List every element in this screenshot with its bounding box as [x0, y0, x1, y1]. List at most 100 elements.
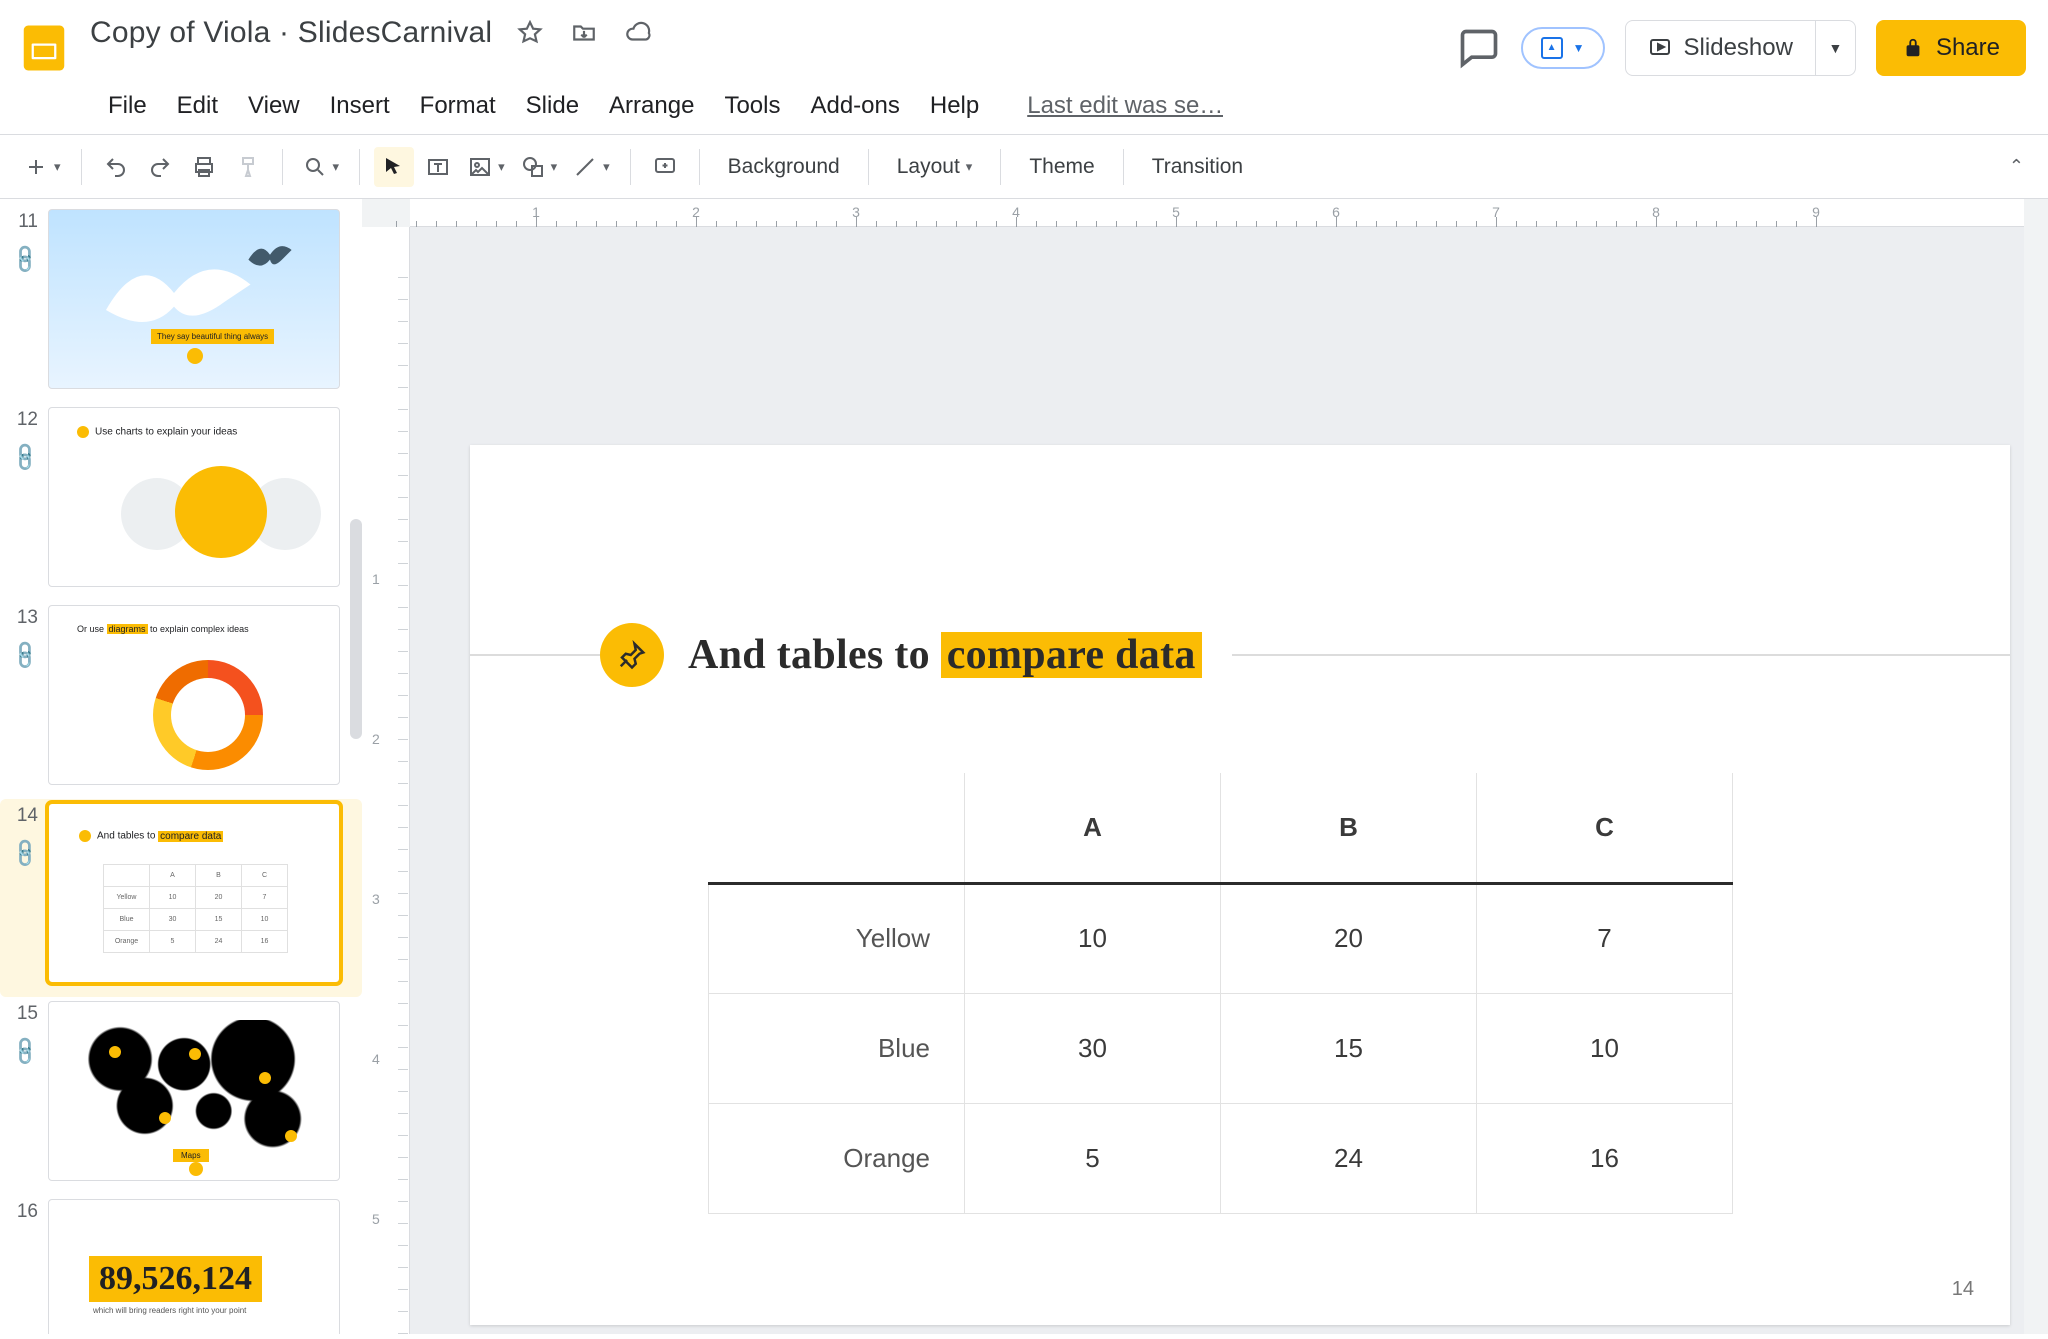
print-button[interactable] [184, 147, 224, 187]
slide-thumbnail[interactable]: And tables to compare data ABCYellow1020… [48, 803, 340, 983]
speaker-notes-icon: 🔗 [8, 1034, 43, 1069]
menu-view[interactable]: View [248, 92, 300, 120]
slide-thumbnail[interactable]: Use charts to explain your ideas [48, 407, 340, 587]
ruler-vertical[interactable]: 12345 [362, 227, 410, 1334]
cloud-status-icon[interactable] [622, 17, 654, 49]
speaker-notes-icon: 🔗 [8, 638, 43, 673]
slide-number: 16 [8, 1199, 38, 1223]
theme-button[interactable]: Theme [1015, 147, 1108, 187]
lock-icon [1902, 37, 1924, 59]
slide-thumbnail[interactable]: Maps [48, 1001, 340, 1181]
slideshow-button[interactable]: Slideshow ▼ [1625, 20, 1856, 76]
menu-format[interactable]: Format [420, 92, 496, 120]
table-row[interactable]: Yellow 10 20 7 [709, 883, 1733, 993]
cell[interactable]: 15 [1221, 993, 1477, 1103]
page-number: 14 [1952, 1278, 1974, 1301]
slide-thumbnail[interactable]: 89,526,124 which will bring readers righ… [48, 1199, 340, 1334]
cell[interactable]: 5 [965, 1103, 1221, 1213]
layout-button[interactable]: Layout [883, 147, 987, 187]
menu-tools[interactable]: Tools [724, 92, 780, 120]
scrollbar-thumb[interactable] [350, 519, 362, 739]
menu-file[interactable]: File [108, 92, 147, 120]
menu-edit[interactable]: Edit [177, 92, 218, 120]
menu-arrange[interactable]: Arrange [609, 92, 694, 120]
present-to-meeting-button[interactable]: ▼ [1521, 27, 1605, 69]
slide-thumbnail[interactable]: Or use diagrams to explain complex ideas [48, 605, 340, 785]
table-head-blank [709, 773, 965, 883]
menu-bar: File Edit View Insert Format Slide Arran… [0, 78, 2048, 134]
app-logo[interactable] [14, 18, 74, 78]
pin-icon [600, 623, 664, 687]
document-title[interactable]: Copy of Viola · SlidesCarnival [90, 16, 492, 50]
redo-button[interactable] [140, 147, 180, 187]
ruler-horizontal[interactable]: 123456789 [410, 199, 2024, 227]
cell[interactable]: 10 [1477, 993, 1733, 1103]
select-tool[interactable] [374, 147, 414, 187]
filmstrip-slide-13[interactable]: 13 🔗 Or use diagrams to explain complex i… [0, 601, 362, 799]
table-head-c[interactable]: C [1477, 773, 1733, 883]
filmstrip-slide-11[interactable]: 11 🔗 They say beautiful thing always [0, 205, 362, 403]
speaker-notes-icon: 🔗 [8, 836, 43, 871]
textbox-tool[interactable] [418, 147, 458, 187]
row-label[interactable]: Orange [709, 1103, 965, 1213]
cell[interactable]: 20 [1221, 883, 1477, 993]
chevron-down-icon: ▼ [1573, 41, 1585, 55]
zoom-button[interactable] [297, 147, 346, 187]
cell[interactable]: 24 [1221, 1103, 1477, 1213]
menu-addons[interactable]: Add-ons [810, 92, 899, 120]
slide-number: 15 [8, 1001, 38, 1025]
insert-shape-button[interactable] [515, 147, 564, 187]
data-table[interactable]: A B C Yellow 10 20 7 Blue 30 [708, 773, 1733, 1214]
title-text-plain: And tables to [688, 632, 941, 678]
insert-comment-button[interactable] [645, 147, 685, 187]
transition-button[interactable]: Transition [1138, 147, 1257, 187]
filmstrip-slide-12[interactable]: 12 🔗 Use charts to explain your ideas [0, 403, 362, 601]
open-comments-icon[interactable] [1457, 26, 1501, 70]
star-icon[interactable] [514, 17, 546, 49]
slide-thumbnail[interactable]: They say beautiful thing always [48, 209, 340, 389]
table-head-a[interactable]: A [965, 773, 1221, 883]
table-head-b[interactable]: B [1221, 773, 1477, 883]
slideshow-dropdown[interactable]: ▼ [1815, 21, 1855, 75]
share-label: Share [1936, 34, 2000, 62]
last-edit-label[interactable]: Last edit was se… [1027, 92, 1223, 120]
insert-line-button[interactable] [567, 147, 616, 187]
cell[interactable]: 30 [965, 993, 1221, 1103]
play-in-box-icon [1648, 36, 1672, 60]
cell[interactable]: 16 [1477, 1103, 1733, 1213]
paint-format-button[interactable] [228, 147, 268, 187]
canvas-area: 123456789 12345 And tables to compare da… [362, 199, 2048, 1334]
filmstrip[interactable]: 11 🔗 They say beautiful thing always 12 🔗 … [0, 199, 362, 1334]
slideshow-label: Slideshow [1684, 34, 1793, 62]
filmstrip-slide-14[interactable]: 14 🔗 And tables to compare data ABCYellow… [0, 799, 362, 997]
background-button[interactable]: Background [714, 147, 854, 187]
share-button[interactable]: Share [1876, 20, 2026, 76]
slide[interactable]: And tables to compare data A B C Yellow [470, 445, 2010, 1325]
cell[interactable]: 7 [1477, 883, 1733, 993]
row-label[interactable]: Yellow [709, 883, 965, 993]
table-row[interactable]: Blue 30 15 10 [709, 993, 1733, 1103]
slide-canvas[interactable]: And tables to compare data A B C Yellow [410, 227, 2024, 1334]
filmstrip-slide-15[interactable]: 15 🔗 Maps [0, 997, 362, 1195]
filmstrip-slide-16[interactable]: 16 89,526,124 which will bring readers r… [0, 1195, 362, 1334]
menu-insert[interactable]: Insert [330, 92, 390, 120]
slide-number: 12 [8, 407, 38, 431]
title-text-highlight: compare data [941, 632, 1202, 678]
new-slide-button[interactable] [18, 147, 67, 187]
present-icon [1541, 37, 1563, 59]
slide-number: 14 [8, 803, 38, 827]
insert-image-button[interactable] [462, 147, 511, 187]
slide-number: 13 [8, 605, 38, 629]
undo-button[interactable] [96, 147, 136, 187]
speaker-notes-icon: 🔗 [8, 242, 43, 277]
collapse-toolbar-icon[interactable]: ⌃ [2009, 156, 2024, 177]
move-to-folder-icon[interactable] [568, 17, 600, 49]
slide-title[interactable]: And tables to compare data [688, 631, 1202, 679]
speaker-notes-icon: 🔗 [8, 440, 43, 475]
menu-help[interactable]: Help [930, 92, 979, 120]
cell[interactable]: 10 [965, 883, 1221, 993]
row-label[interactable]: Blue [709, 993, 965, 1103]
table-row[interactable]: Orange 5 24 16 [709, 1103, 1733, 1213]
slide-number: 11 [8, 209, 38, 233]
menu-slide[interactable]: Slide [526, 92, 579, 120]
